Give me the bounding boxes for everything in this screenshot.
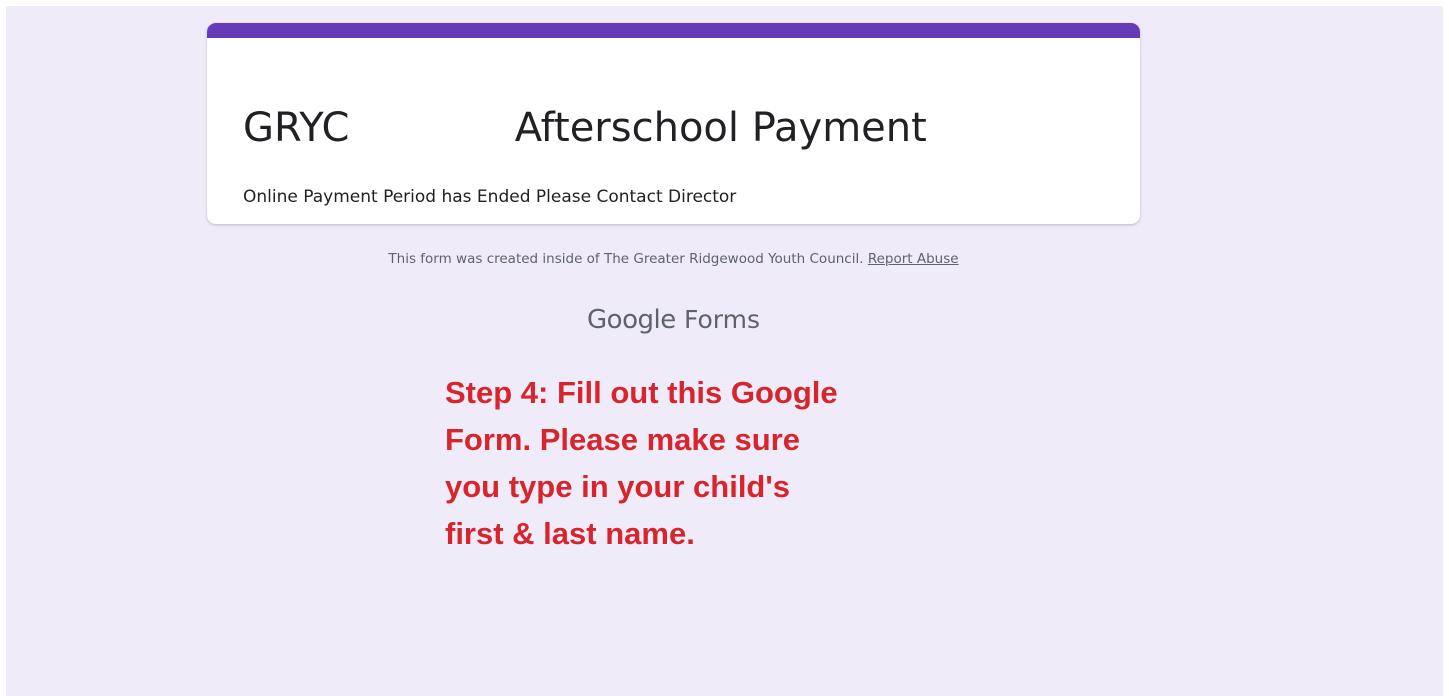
form-footer-note: This form was created inside of The Grea… xyxy=(0,249,1347,269)
step-instruction-annotation: Step 4: Fill out this Google Form. Pleas… xyxy=(445,369,965,557)
form-title: GRYC Afterschool Payment xyxy=(243,105,927,151)
google-forms-logo[interactable]: Google Forms xyxy=(0,301,1347,339)
logo-google-text: Google xyxy=(587,305,676,335)
form-header-card: GRYC Afterschool Payment Online Payment … xyxy=(207,23,1140,224)
logo-forms-text: Forms xyxy=(683,305,760,334)
instruction-line: you type in your child's xyxy=(445,469,790,504)
report-abuse-link[interactable]: Report Abuse xyxy=(868,251,959,267)
form-description: Online Payment Period has Ended Please C… xyxy=(243,187,737,207)
instruction-line: Step 4: Fill out this Google xyxy=(445,375,838,410)
instruction-line: Form. Please make sure xyxy=(445,422,800,457)
form-created-text: This form was created inside of The Grea… xyxy=(388,251,864,267)
form-accent-bar xyxy=(207,23,1140,38)
instruction-line: first & last name. xyxy=(445,516,695,551)
